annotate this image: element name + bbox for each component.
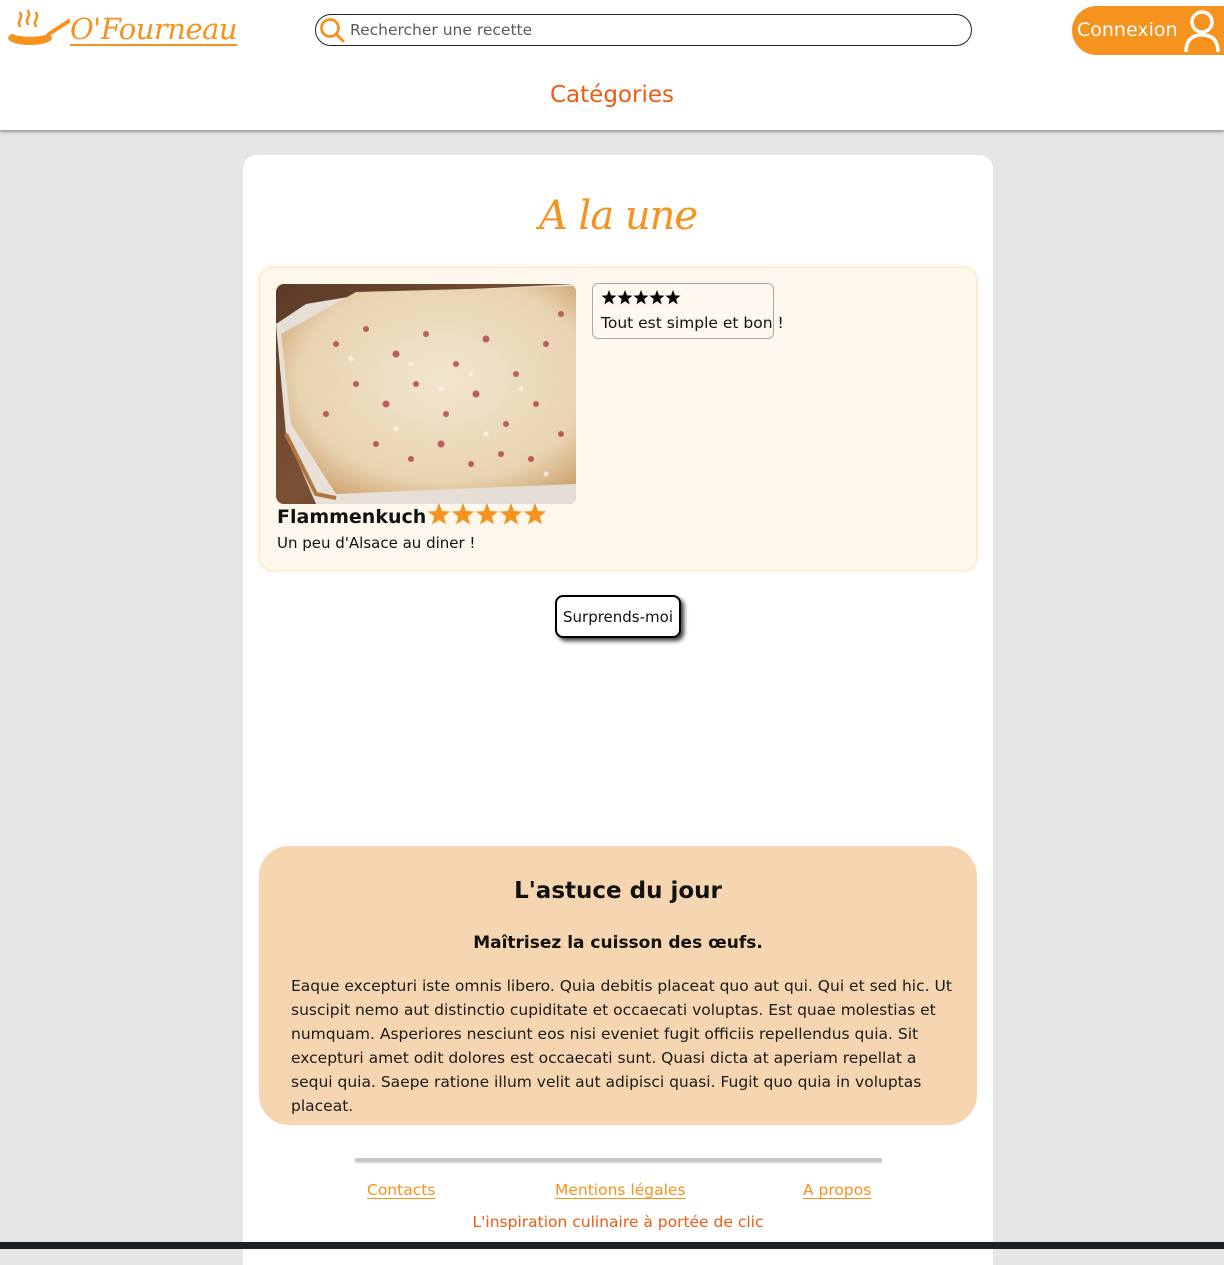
star-icon (649, 290, 665, 305)
review-text: Tout est simple et bon ! (601, 314, 784, 332)
footer-link-about[interactable]: A propos (803, 1181, 871, 1199)
surprise-me-button[interactable]: Surprends-moi (555, 595, 681, 638)
review-rating-stars (602, 290, 681, 305)
flammekueche-image (276, 284, 576, 504)
recipe-name[interactable]: Flammenkuch (277, 506, 426, 528)
user-icon (1184, 10, 1220, 53)
review-bubble: Tout est simple et bon ! (592, 283, 784, 339)
tip-of-the-day: L'astuce du jour Maîtrisez la cuisson de… (259, 846, 977, 1125)
star-icon (602, 290, 617, 305)
recipe-rating-stars (428, 503, 546, 525)
tip-title: L'astuce du jour (514, 878, 722, 904)
login-button[interactable]: Connexion (1072, 6, 1224, 55)
site-header: O'Fourneau Connexion Catégories (0, 0, 1224, 130)
star-icon (617, 290, 633, 305)
footer-divider (355, 1158, 882, 1162)
featured-recipe-card[interactable]: Flammenkuch Un peu d'Alsace au diner ! T… (259, 267, 977, 571)
star-icon (524, 503, 546, 525)
star-icon (665, 290, 681, 305)
star-icon (428, 503, 450, 525)
star-icon (476, 503, 498, 525)
main-content: A la une Flammenkuch Un peu d'Alsace au … (243, 155, 993, 1265)
section-title: A la une (538, 193, 698, 239)
star-icon (500, 503, 522, 525)
tip-subtitle: Maîtrisez la cuisson des œufs. (473, 933, 763, 953)
recipe-photo[interactable] (276, 284, 576, 504)
search-input[interactable] (350, 19, 950, 41)
footer-link-legal[interactable]: Mentions légales (555, 1181, 686, 1199)
footer-link-contacts[interactable]: Contacts (367, 1181, 435, 1199)
logo-link[interactable]: O'Fourneau (6, 6, 238, 52)
login-label: Connexion (1077, 19, 1178, 41)
search-icon[interactable] (319, 17, 345, 43)
footer-tagline: L'inspiration culinaire à portée de clic (472, 1213, 764, 1231)
star-icon (633, 290, 649, 305)
tip-body: Eaque excepturi iste omnis libero. Quia … (291, 977, 952, 1115)
logo-text: O'Fourneau (70, 12, 238, 46)
recipe-description: Un peu d'Alsace au diner ! (277, 534, 476, 552)
bottom-edge (0, 1242, 1224, 1249)
search-bar (315, 14, 972, 46)
categories-menu[interactable]: Catégories (0, 82, 1224, 108)
pan-logo-icon (8, 9, 70, 45)
star-icon (452, 503, 474, 525)
